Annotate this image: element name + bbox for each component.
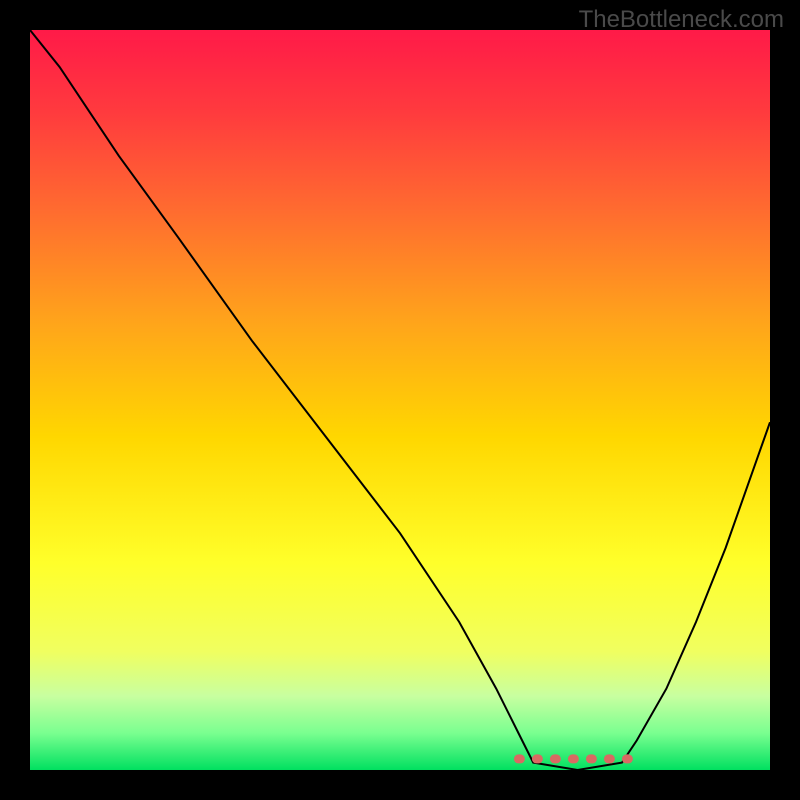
chart-frame: TheBottleneck.com <box>0 0 800 800</box>
bottleneck-curve <box>30 30 770 770</box>
chart-svg <box>30 30 770 770</box>
plot-area <box>30 30 770 770</box>
watermark-text: TheBottleneck.com <box>579 6 784 34</box>
